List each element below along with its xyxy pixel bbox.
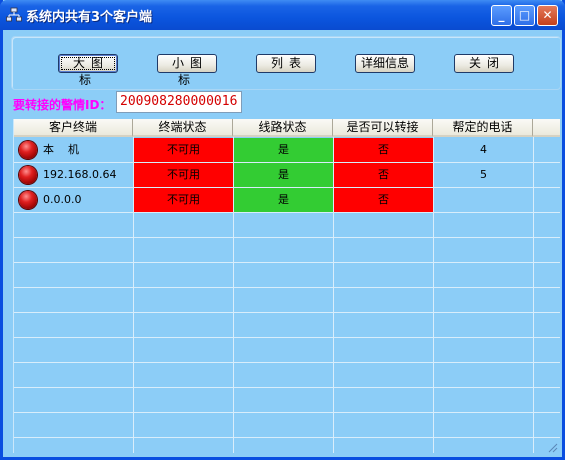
network-icon: [6, 7, 22, 22]
column-header-line-status[interactable]: 线路状态: [233, 119, 333, 137]
column-header-filler: [533, 119, 560, 137]
main-window: 系统内共有3个客户端 _ □ ✕ 大图标 小图标 列表 详细信息 关闭 要转接的…: [0, 0, 565, 460]
bound-phone-cell: 5: [480, 168, 487, 181]
alarm-id-label: 要转接的警情ID：: [13, 98, 112, 112]
large-icons-button[interactable]: 大图标: [58, 54, 118, 87]
resize-grip-icon[interactable]: [546, 441, 558, 453]
client-name: 192.168.0.64: [43, 168, 117, 181]
grid-line: [14, 437, 560, 438]
column-header-bound-phone[interactable]: 帮定的电话: [433, 119, 533, 137]
close-window-button[interactable]: ✕: [537, 5, 558, 26]
transferable-cell: 否: [334, 188, 433, 212]
maximize-button[interactable]: □: [514, 5, 535, 26]
grid-line: [14, 337, 560, 338]
table-row[interactable]: 本 机: [14, 138, 132, 162]
small-icons-button[interactable]: 小图标: [157, 54, 217, 87]
line-status-cell: 是: [234, 163, 333, 187]
terminal-status-cell: 不可用: [134, 163, 233, 187]
column-header-client[interactable]: 客户终端: [14, 119, 133, 137]
table-row[interactable]: 192.168.0.64: [14, 163, 132, 187]
grid-line: [533, 137, 534, 453]
details-button[interactable]: 详细信息: [355, 54, 415, 73]
terminal-status-cell: 不可用: [134, 138, 233, 162]
alarm-id-field[interactable]: 200908280000016: [116, 91, 242, 113]
window-title: 系统内共有3个客户端: [26, 10, 153, 25]
client-name: 本 机: [43, 143, 79, 156]
column-header-transferable[interactable]: 是否可以转接: [333, 119, 433, 137]
title-bar[interactable]: 系统内共有3个客户端 _ □ ✕: [0, 0, 565, 30]
list-button[interactable]: 列表: [256, 54, 316, 73]
transferable-cell: 否: [334, 163, 433, 187]
column-header-terminal-status[interactable]: 终端状态: [133, 119, 233, 137]
grid-line: [14, 237, 560, 238]
close-button[interactable]: 关闭: [454, 54, 514, 73]
grid-line: [14, 387, 560, 388]
red-ball-icon: [19, 191, 37, 209]
grid-line: [14, 287, 560, 288]
table-row[interactable]: 0.0.0.0: [14, 188, 132, 212]
client-table[interactable]: 客户终端 终端状态 线路状态 是否可以转接 帮定的电话 本 机 不可用 是 否 …: [13, 119, 560, 453]
minimize-button[interactable]: _: [491, 5, 512, 26]
red-ball-icon: [19, 141, 37, 159]
focus-rect: [61, 57, 115, 70]
grid-line: [14, 312, 560, 313]
line-status-cell: 是: [234, 188, 333, 212]
grid-line: [14, 362, 560, 363]
bound-phone-cell: 4: [480, 143, 487, 156]
red-ball-icon: [19, 166, 37, 184]
client-name: 0.0.0.0: [43, 193, 82, 206]
grid-line: [14, 262, 560, 263]
grid-line: [14, 412, 560, 413]
terminal-status-cell: 不可用: [134, 188, 233, 212]
line-status-cell: 是: [234, 138, 333, 162]
bound-phone-cell: [434, 188, 533, 212]
grid-line: [14, 212, 560, 213]
transferable-cell: 否: [334, 138, 433, 162]
